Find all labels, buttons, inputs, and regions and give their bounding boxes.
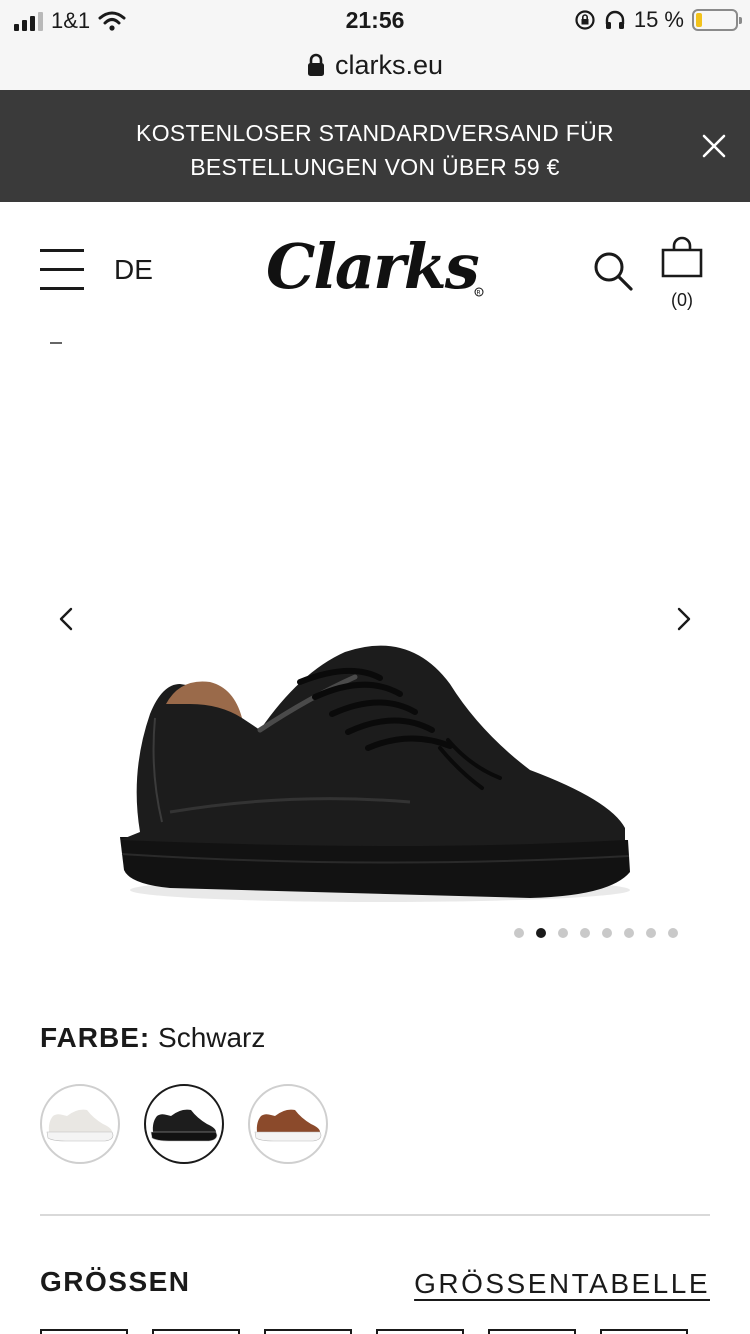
language-selector[interactable]: DE (114, 254, 153, 286)
address-bar[interactable]: clarks.eu (0, 40, 750, 90)
search-icon[interactable] (592, 250, 634, 292)
status-bar: 1&1 21:56 15 % (0, 0, 750, 40)
product-gallery[interactable] (0, 332, 750, 962)
battery-icon (692, 9, 742, 31)
size-options (40, 1329, 688, 1334)
shopping-bag-icon[interactable] (660, 236, 704, 280)
promo-text: KOSTENLOSER STANDARDVERSAND FÜR BESTELLU… (136, 120, 614, 180)
lock-icon (307, 53, 324, 76)
status-right: 15 % (574, 7, 742, 33)
gallery-dot[interactable] (536, 928, 546, 938)
gallery-pagination[interactable] (514, 928, 678, 938)
color-label: FARBE: Schwarz (40, 1022, 265, 1054)
gallery-dot[interactable] (558, 928, 568, 938)
divider (40, 1214, 710, 1216)
gallery-dot[interactable] (602, 928, 612, 938)
color-swatch-tan[interactable] (248, 1084, 328, 1164)
size-option[interactable] (376, 1329, 464, 1334)
color-swatch-black[interactable] (144, 1084, 224, 1164)
color-label-heading: FARBE: (40, 1022, 151, 1053)
battery-percent: 15 % (633, 7, 684, 32)
size-option[interactable] (264, 1329, 352, 1334)
menu-icon[interactable] (40, 249, 84, 291)
svg-text:Clarks: Clarks (266, 230, 479, 302)
chevron-right-icon[interactable] (668, 604, 698, 634)
swatch-shoe-thumbnail (254, 1109, 322, 1142)
gallery-dot[interactable] (514, 928, 524, 938)
headphones-icon (605, 10, 625, 29)
chevron-left-icon[interactable] (52, 604, 82, 634)
size-option[interactable] (40, 1329, 128, 1334)
swatch-shoe-thumbnail (46, 1109, 114, 1142)
gallery-dot[interactable] (624, 928, 634, 938)
promo-banner: KOSTENLOSER STANDARDVERSAND FÜR BESTELLU… (0, 90, 750, 202)
cart-count: (0) (671, 290, 693, 310)
close-icon[interactable] (698, 130, 730, 162)
site-header: DE Clarks R (0) (0, 202, 750, 332)
product-image (120, 645, 630, 902)
gallery-dot[interactable] (668, 928, 678, 938)
svg-text:R: R (477, 290, 481, 297)
color-swatches (40, 1084, 328, 1164)
color-swatch-white[interactable] (40, 1084, 120, 1164)
clarks-logo[interactable]: Clarks R (262, 230, 488, 302)
swatch-shoe-thumbnail (150, 1109, 218, 1142)
size-chart-link[interactable]: GRÖSSENTABELLE (414, 1268, 710, 1300)
gallery-dot[interactable] (646, 928, 656, 938)
sizes-heading: GRÖSSEN (40, 1266, 191, 1297)
rotation-lock-icon (575, 10, 595, 30)
size-option[interactable] (488, 1329, 576, 1334)
size-option[interactable] (152, 1329, 240, 1334)
url-domain: clarks.eu (334, 49, 444, 80)
gallery-dot[interactable] (580, 928, 590, 938)
size-option[interactable] (600, 1329, 688, 1334)
battery-level (696, 13, 702, 27)
gallery-marker (50, 342, 62, 344)
color-value: Schwarz (158, 1022, 266, 1053)
